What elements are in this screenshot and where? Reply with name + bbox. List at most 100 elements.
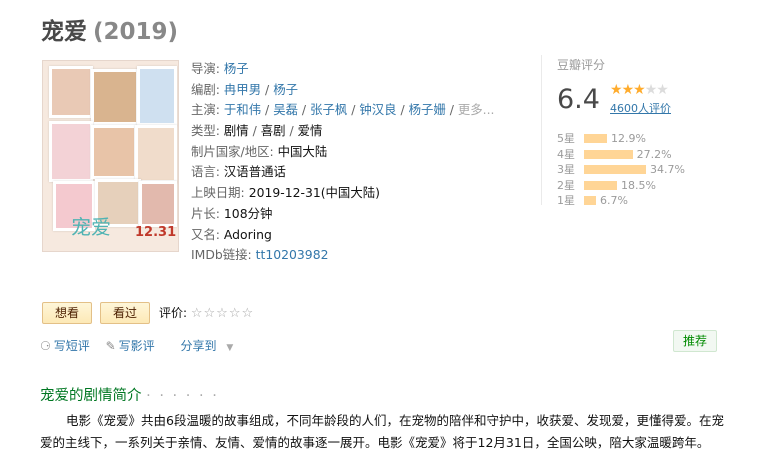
movie-poster[interactable]: 宠爱 12.31 bbox=[42, 60, 179, 252]
share-label: 分享到 bbox=[180, 339, 217, 353]
rating-score: 6.4 bbox=[557, 84, 600, 115]
distribution-percent: 34.7% bbox=[650, 163, 685, 176]
poster-still bbox=[49, 66, 93, 118]
info-cast: 主演: 于和伟 / 吴磊 / 张子枫 / 钟汉良 / 杨子姗 / 更多... bbox=[191, 102, 495, 118]
rate-widget: 评价: ☆☆☆☆☆ bbox=[159, 304, 254, 321]
recommend-button[interactable]: 推荐 bbox=[673, 330, 717, 352]
share-dropdown[interactable]: 分享到 ▼ bbox=[181, 339, 240, 353]
rating-stars: ★★★★★ bbox=[610, 82, 669, 98]
distribution-row: 5星 12.9% bbox=[557, 131, 727, 147]
poster-still bbox=[135, 125, 177, 183]
distribution-bar bbox=[584, 180, 618, 190]
rate-stars-input[interactable]: ☆☆☆☆☆ bbox=[191, 306, 254, 321]
imdb-link[interactable]: tt10203982 bbox=[256, 247, 329, 262]
summary-heading: 宠爱的剧情简介 · · · · · · bbox=[40, 384, 219, 405]
rating-count-link[interactable]: 4600人评价 bbox=[610, 100, 671, 116]
cast-link[interactable]: 张子枫 bbox=[310, 102, 347, 117]
review-link[interactable]: ✎ 写影评 bbox=[106, 339, 161, 353]
writer-link[interactable]: 杨子 bbox=[273, 82, 298, 97]
distribution-percent: 27.2% bbox=[636, 147, 672, 161]
info-writer: 编剧: 冉甲男 / 杨子 bbox=[191, 81, 298, 97]
rating-header: 豆瓣评分 bbox=[557, 58, 606, 72]
poster-still bbox=[49, 121, 93, 182]
want-to-watch-button[interactable]: 想看 bbox=[42, 302, 92, 324]
writer-label: 编剧: bbox=[191, 81, 220, 97]
cast-more-link[interactable]: 更多... bbox=[458, 102, 495, 117]
distribution-label: 5星 bbox=[557, 132, 575, 145]
info-aka: 又名: Adoring bbox=[191, 225, 494, 246]
director-link[interactable]: 杨子 bbox=[224, 61, 249, 76]
summary-body: 电影《宠爱》共由6段温暖的故事组成，不同年龄段的人们，在宠物的陪伴和守护中，收获… bbox=[40, 410, 730, 454]
star-empty-icon: ★ bbox=[644, 82, 658, 98]
release-value: 2019-12-31(中国大陆) bbox=[248, 185, 380, 201]
info-country: 制片国家/地区: 中国大陆 bbox=[191, 142, 494, 163]
aka-value: Adoring bbox=[223, 226, 272, 242]
info-imdb: IMDb链接: tt10203982 bbox=[191, 245, 494, 266]
info-genre: 类型: 剧情 / 喜剧 / 爱情 bbox=[191, 123, 323, 139]
rating-panel: 豆瓣评分 6.4 ★★★★★ 4600人评价 bbox=[557, 56, 671, 115]
chevron-down-icon: ▼ bbox=[226, 343, 234, 353]
writer-link[interactable]: 冉甲男 bbox=[224, 82, 261, 97]
rating-distribution: 5星 12.9% 4星 27.2% 3星 34.7% 2星 18.5% 1星 6.7% bbox=[557, 131, 727, 209]
action-links: ⚆ 写短评 ✎ 写影评 分享到 ▼ bbox=[40, 337, 245, 354]
distribution-bar bbox=[584, 134, 608, 143]
distribution-label: 4星 bbox=[557, 147, 575, 161]
poster-still bbox=[139, 181, 177, 227]
info-release: 上映日期: 2019-12-31(中国大陆) bbox=[191, 183, 494, 204]
poster-still bbox=[91, 125, 137, 179]
cast-link[interactable]: 吴磊 bbox=[273, 102, 298, 117]
distribution-bar bbox=[584, 196, 596, 205]
review-label: 写影评 bbox=[118, 339, 155, 353]
info-runtime: 片长: 108分钟 bbox=[191, 204, 494, 225]
star-empty-icon: ★ bbox=[656, 82, 669, 98]
runtime-value: 108分钟 bbox=[223, 205, 273, 221]
genre-value: 爱情 bbox=[297, 123, 323, 139]
comment-icon: ⚆ bbox=[40, 339, 51, 353]
genre-value: 剧情 bbox=[223, 123, 249, 139]
language-label: 语言: bbox=[191, 164, 220, 180]
distribution-row: 2星 18.5% bbox=[557, 178, 727, 194]
summary-dots: · · · · · · bbox=[146, 388, 219, 404]
movie-info: 导演: 杨子 编剧: 冉甲男 / 杨子 主演: 于和伟 / 吴磊 / 张子枫 /… bbox=[191, 59, 494, 266]
short-review-label: 写短评 bbox=[53, 339, 90, 353]
cast-link[interactable]: 钟汉良 bbox=[359, 102, 396, 117]
distribution-percent: 12.9% bbox=[611, 132, 646, 145]
release-label: 上映日期: bbox=[191, 185, 245, 201]
poster-date: 12.31 bbox=[135, 225, 177, 240]
info-language: 语言: 汉语普通话 bbox=[191, 162, 494, 183]
distribution-label: 3星 bbox=[557, 163, 575, 176]
country-value: 中国大陆 bbox=[277, 143, 328, 159]
summary-text: 电影《宠爱》共由6段温暖的故事组成，不同年龄段的人们，在宠物的陪伴和守护中，收获… bbox=[40, 413, 724, 450]
poster-still bbox=[137, 66, 177, 126]
aka-label: 又名: bbox=[191, 226, 220, 242]
star-filled-icon: ★ bbox=[610, 82, 623, 98]
cast-link[interactable]: 于和伟 bbox=[224, 102, 261, 117]
country-label: 制片国家/地区: bbox=[191, 143, 274, 159]
runtime-label: 片长: bbox=[191, 205, 220, 221]
movie-title: 宠爱 (2019) bbox=[41, 12, 178, 46]
distribution-bar bbox=[584, 149, 633, 159]
poster-logo: 宠爱 bbox=[71, 215, 111, 239]
star-filled-icon: ★ bbox=[621, 82, 635, 98]
language-value: 汉语普通话 bbox=[223, 164, 286, 180]
imdb-label: IMDb链接: bbox=[191, 247, 252, 263]
director-label: 导演: bbox=[191, 61, 220, 76]
watched-button[interactable]: 看过 bbox=[100, 302, 150, 324]
star-filled-icon: ★ bbox=[633, 82, 646, 98]
distribution-row: 4星 27.2% bbox=[557, 147, 727, 163]
distribution-row: 1星 6.7% bbox=[557, 193, 727, 209]
short-review-link[interactable]: ⚆ 写短评 bbox=[40, 339, 96, 353]
genre-label: 类型: bbox=[191, 123, 220, 139]
distribution-percent: 6.7% bbox=[599, 194, 628, 207]
divider bbox=[541, 55, 542, 205]
pencil-icon: ✎ bbox=[105, 339, 116, 353]
movie-year: (2019) bbox=[93, 19, 179, 45]
distribution-row: 3星 34.7% bbox=[557, 162, 727, 178]
cast-link[interactable]: 杨子姗 bbox=[409, 102, 446, 117]
distribution-label: 1星 bbox=[557, 194, 575, 207]
poster-still bbox=[91, 69, 139, 125]
movie-name: 宠爱 bbox=[41, 19, 87, 45]
info-director: 导演: 杨子 bbox=[191, 59, 494, 80]
distribution-percent: 18.5% bbox=[621, 178, 656, 192]
cast-label: 主演: bbox=[191, 102, 220, 118]
